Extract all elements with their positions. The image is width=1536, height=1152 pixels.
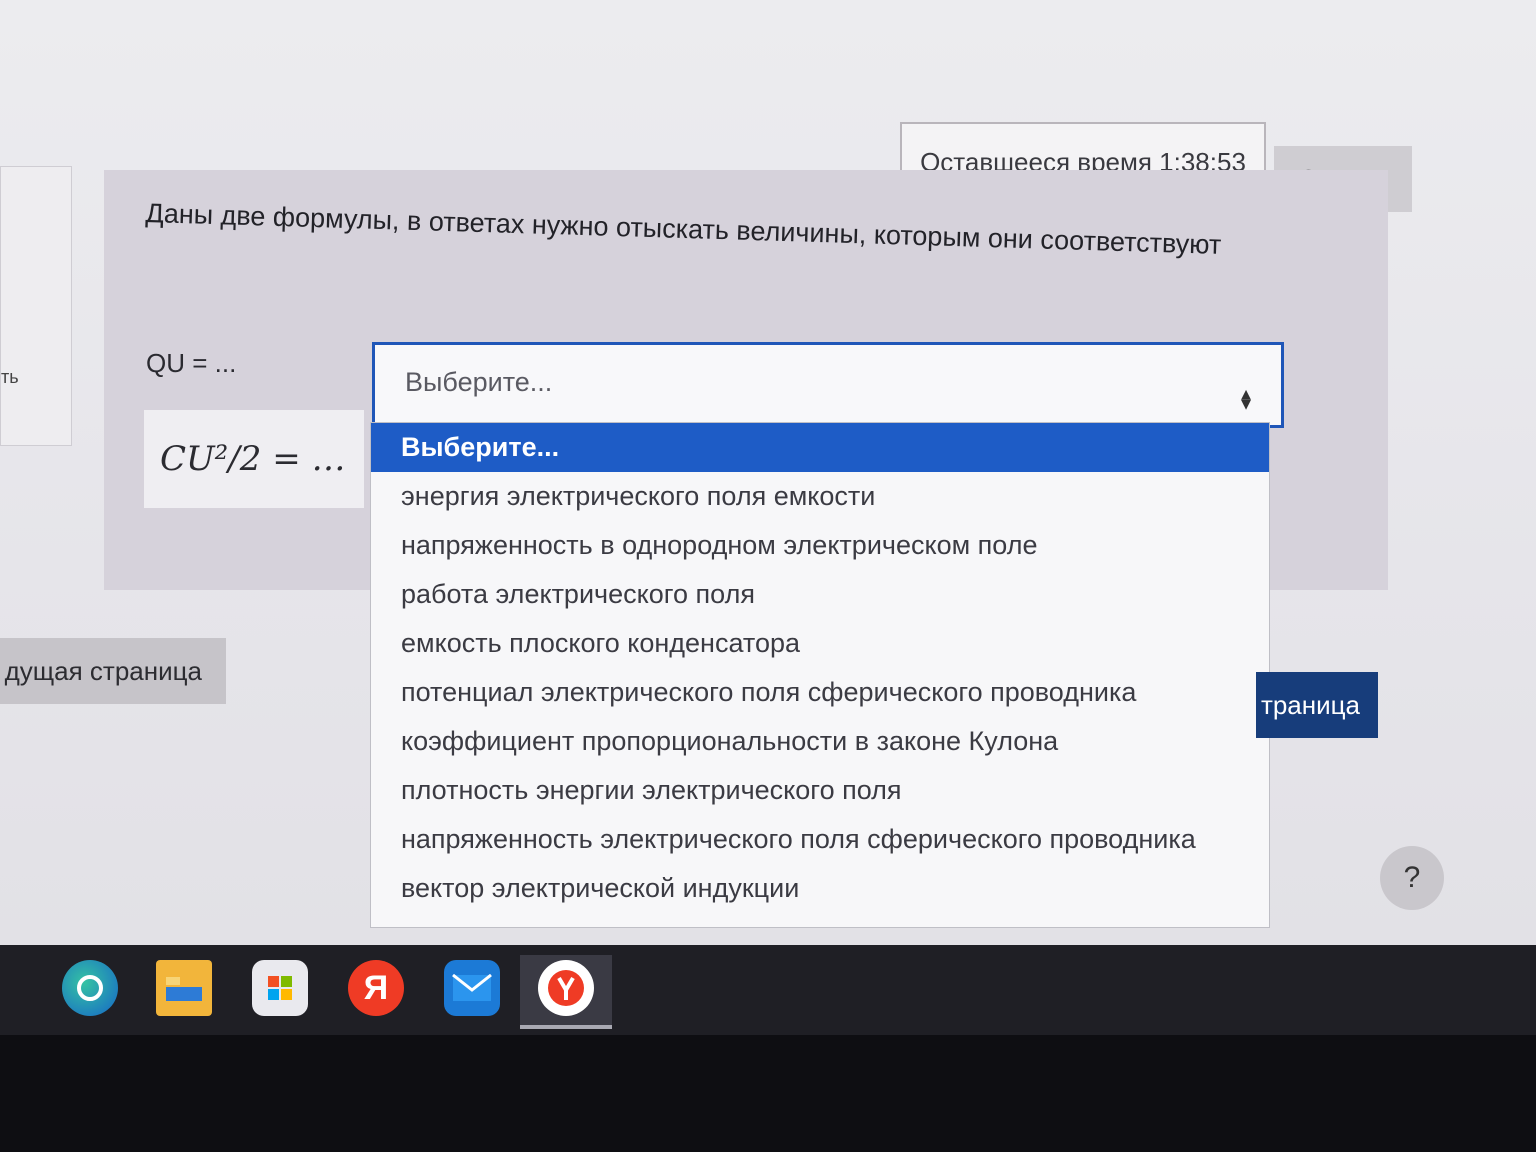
dropdown-option[interactable]: плотность энергии электрического поля [371, 766, 1269, 815]
dropdown-option[interactable]: Выберите... [371, 423, 1269, 472]
store-glyph [268, 976, 292, 1000]
select-arrows-icon: ▴ ▾ [1240, 383, 1251, 415]
answer-select-value: Выберите... [405, 367, 553, 397]
folder-glyph [166, 977, 202, 1001]
left-navigation-panel: ть [0, 166, 72, 446]
store-icon[interactable] [252, 960, 308, 1016]
edge-icon[interactable] [62, 960, 118, 1016]
edge-glyph [77, 975, 103, 1001]
answer-select[interactable]: Выберите... ▴ ▾ [372, 342, 1284, 428]
dropdown-option[interactable]: напряженность в однородном электрическом… [371, 521, 1269, 570]
dropdown-option[interactable]: емкость плоского конденсатора [371, 619, 1269, 668]
yandex-icon[interactable]: Я [348, 960, 404, 1016]
screen-bezel [0, 1035, 1536, 1152]
taskbar [0, 945, 1536, 1035]
left-panel-label: ть [1, 367, 19, 387]
mail-icon[interactable] [444, 960, 500, 1016]
dropdown-option[interactable]: потенциал электрического поля сферическо… [371, 668, 1269, 717]
dropdown-option[interactable]: коэффициент пропорциональности в законе … [371, 717, 1269, 766]
answer-dropdown-list: Выберите... энергия электрического поля … [370, 422, 1270, 928]
previous-page-button[interactable]: дущая страница [0, 638, 226, 704]
yandex-browser-icon[interactable] [538, 960, 594, 1016]
file-explorer-icon[interactable] [156, 960, 212, 1016]
formula-qu: QU = ... [146, 348, 237, 378]
yandex-letter: Я [363, 968, 389, 1007]
next-page-button[interactable]: траница [1256, 672, 1378, 738]
dropdown-option[interactable]: вектор электрической индукции [371, 864, 1269, 913]
dropdown-option[interactable]: энергия электрического поля емкости [371, 472, 1269, 521]
dropdown-option[interactable]: работа электрического поля [371, 570, 1269, 619]
yandex-browser-glyph [548, 970, 584, 1006]
formula-cu-text: CU²/2 = … [160, 439, 346, 479]
help-button[interactable]: ? [1380, 846, 1444, 910]
envelope-glyph [452, 974, 492, 1001]
formula-cu-image: CU²/2 = … [144, 410, 364, 508]
dropdown-option[interactable]: напряженность электрического поля сферич… [371, 815, 1269, 864]
